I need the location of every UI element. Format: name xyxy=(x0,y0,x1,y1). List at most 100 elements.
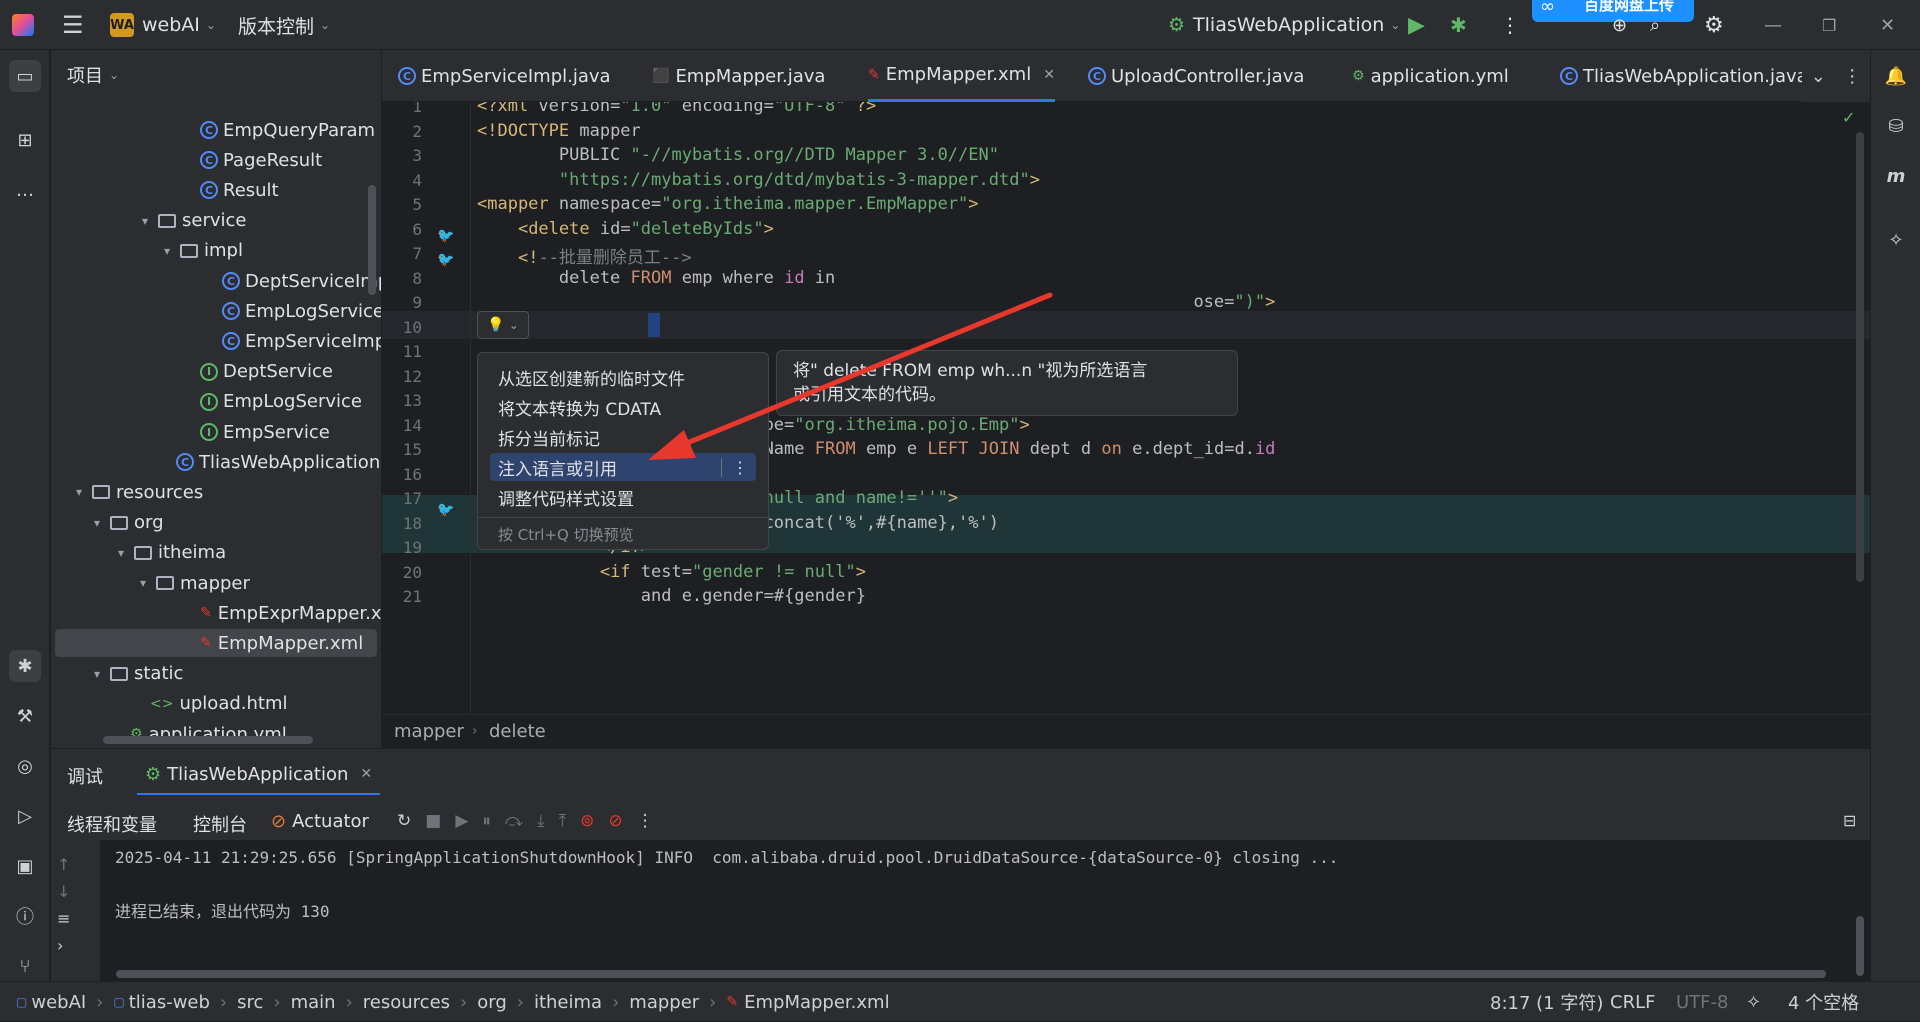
console-hscrollbar[interactable] xyxy=(116,970,1826,978)
terminal-icon[interactable]: ▣ xyxy=(9,850,41,882)
chevron-down-icon[interactable]: ▾ xyxy=(88,667,106,681)
tree-item[interactable]: C DeptServiceImp xyxy=(222,267,381,295)
status-path-item[interactable]: resources xyxy=(363,992,450,1013)
status-path-item[interactable]: main xyxy=(291,992,336,1013)
code-line[interactable]: <mapper namespace="org.itheima.mapper.Em… xyxy=(477,194,979,214)
editor-tab[interactable]: C EmpServiceImpl.java xyxy=(398,50,611,102)
tree-item[interactable]: C EmpServiceImp xyxy=(222,327,381,355)
inspection-ok-check-icon[interactable]: ✓ xyxy=(1842,108,1855,127)
pause-icon[interactable]: ⏸ xyxy=(482,811,491,831)
debug-session-tab[interactable]: ⚙ TliasWebApplication ✕ xyxy=(137,755,381,795)
file-encoding[interactable]: UTF-8 xyxy=(1676,982,1728,1022)
chevron-down-icon[interactable]: ▾ xyxy=(134,576,152,590)
caret-position[interactable]: 8:17 (1 字符) xyxy=(1490,982,1603,1022)
chevron-down-icon[interactable]: ▾ xyxy=(112,546,130,560)
step-into-icon[interactable]: ⤓ xyxy=(537,811,545,831)
scroll-down-icon[interactable]: ↓ xyxy=(57,882,70,901)
close-icon[interactable]: ✕ xyxy=(360,766,372,782)
step-over-icon[interactable]: ⤼ xyxy=(505,811,523,831)
code-line[interactable]: <!--批量删除员工--> xyxy=(477,243,692,268)
tree-item[interactable]: ✎ EmpExprMapper.x xyxy=(200,599,381,627)
main-menu-icon[interactable]: ☰ xyxy=(62,0,84,50)
breadcrumb-item-mapper[interactable]: mapper xyxy=(394,721,464,742)
tree-item[interactable]: ▾ resources xyxy=(70,478,203,506)
mute-breakpoints-icon[interactable]: ⊘ xyxy=(608,811,622,831)
tree-item[interactable]: <> upload.html xyxy=(150,690,288,718)
code-line[interactable]: <?xml version="1.0" encoding="UTF-8" ?> xyxy=(477,102,876,116)
view-breakpoints-icon[interactable]: ⊚ xyxy=(580,811,594,831)
mapper-bird-icon[interactable]: 🐦 xyxy=(437,252,454,268)
vcs-menu[interactable]: 版本控制 ⌄ xyxy=(238,0,330,50)
build-hammer-icon[interactable]: ⚒ xyxy=(9,700,41,732)
ai-assistant-icon[interactable]: ✧ xyxy=(1880,224,1912,256)
tree-item[interactable]: ▾ service xyxy=(136,207,247,235)
tab-threads-variables[interactable]: 线程和变量 xyxy=(67,811,157,837)
code-line[interactable]: PUBLIC "-//mybatis.org//DTD Mapper 3.0//… xyxy=(477,145,999,165)
breadcrumb-item-delete[interactable]: delete xyxy=(489,721,546,742)
console-vscrollbar[interactable] xyxy=(1856,916,1864,976)
status-path-item[interactable]: mapper xyxy=(629,992,699,1013)
chevron-down-icon[interactable]: ▾ xyxy=(70,485,88,499)
run-tool-icon[interactable]: ▷ xyxy=(9,800,41,832)
run-icon[interactable]: ▶ xyxy=(1408,0,1425,50)
tree-item[interactable]: ▾ mapper xyxy=(134,569,250,597)
add-user-icon[interactable]: ⊕ xyxy=(1612,8,1627,42)
debug-icon[interactable]: ✱ xyxy=(1450,0,1467,50)
chevron-down-icon[interactable]: ▾ xyxy=(136,214,154,228)
console-output[interactable]: 2025-04-11 21:29:25.656 [SpringApplicati… xyxy=(100,840,1870,981)
code-line[interactable]: <!DOCTYPE mapper xyxy=(477,121,641,141)
structure-icon[interactable]: ⊞ xyxy=(9,124,41,156)
chevron-down-icon[interactable]: ▾ xyxy=(158,244,176,258)
tree-item[interactable]: ▾ impl xyxy=(158,237,243,265)
tree-item[interactable]: ▾ org xyxy=(88,509,164,537)
project-panel-header[interactable]: 项目 ⌄ xyxy=(67,62,119,88)
tree-item[interactable]: ▾ itheima xyxy=(112,539,226,567)
database-icon[interactable]: ⛁ xyxy=(1880,110,1912,142)
ai-status-icon[interactable]: ✧ xyxy=(1746,982,1761,1022)
tree-item[interactable]: ▾ static xyxy=(88,660,183,688)
code-line[interactable]: <delete id="deleteByIds"> xyxy=(477,219,774,239)
stop-icon[interactable]: ■ xyxy=(425,811,441,831)
search-icon[interactable]: ⌕ xyxy=(1650,8,1660,42)
run-config-selector[interactable]: ⚙ TliasWebApplication ⌄ xyxy=(1168,0,1400,50)
tree-item[interactable]: C EmpLogService xyxy=(222,297,381,325)
tree-item[interactable]: I DeptService xyxy=(200,358,333,386)
more-icon[interactable]: ⋮ xyxy=(637,811,654,831)
editor-tab[interactable]: ⬛ EmpMapper.java xyxy=(652,50,825,102)
more-tools-icon[interactable]: … xyxy=(9,174,41,206)
tree-hscrollbar[interactable] xyxy=(103,736,313,744)
project-tool-folder-icon[interactable]: ▭ xyxy=(9,60,41,92)
editor-tab[interactable]: C TliasWebApplication.java xyxy=(1560,50,1808,102)
tab-console[interactable]: 控制台 xyxy=(189,811,251,837)
code-line[interactable]: delete FROM emp where id in xyxy=(477,268,835,288)
tree-item[interactable]: C PageResult xyxy=(200,146,322,174)
editor-scrollbar[interactable] xyxy=(1856,132,1864,582)
close-icon[interactable]: ✕ xyxy=(1043,67,1055,83)
chevron-down-icon[interactable]: ▾ xyxy=(88,516,106,530)
status-path-item[interactable]: org xyxy=(477,992,507,1013)
layout-settings-icon[interactable]: ⊟ xyxy=(1843,811,1856,830)
soft-wrap-icon[interactable]: ≡ xyxy=(57,909,70,928)
more-actions-icon[interactable]: ⋮ xyxy=(1500,0,1520,50)
close-window-icon[interactable]: ✕ xyxy=(1880,0,1895,50)
status-path-item[interactable]: EmpMapper.xml xyxy=(744,992,889,1013)
rerun-icon[interactable]: ↻ xyxy=(397,811,411,831)
git-icon[interactable]: ⑂ xyxy=(9,950,41,982)
code-line[interactable]: and e.gender=#{gender} xyxy=(477,586,866,606)
code-line[interactable]: "https://mybatis.org/dtd/mybatis-3-mappe… xyxy=(477,170,1040,190)
more-icon[interactable]: ⋮ xyxy=(1843,66,1861,87)
code-line[interactable]: <if test="gender != null"> xyxy=(477,562,866,582)
tree-item[interactable]: C Result xyxy=(200,176,279,204)
tree-item[interactable]: C EmpQueryParam xyxy=(200,116,375,144)
minimize-icon[interactable]: — xyxy=(1764,0,1782,50)
chevron-down-icon[interactable]: ⌄ xyxy=(1811,66,1826,87)
tree-item[interactable]: C TliasWebApplication xyxy=(176,448,380,476)
tree-item[interactable]: I EmpService xyxy=(200,418,330,446)
status-path-item[interactable]: tlias-web xyxy=(129,992,210,1013)
editor-tab[interactable]: ⚙ application.yml xyxy=(1352,50,1509,102)
step-out-icon[interactable]: ⤒ xyxy=(559,811,567,831)
line-ending[interactable]: CRLF xyxy=(1610,982,1655,1022)
tree-item[interactable]: ✎ EmpMapper.xml xyxy=(55,629,377,658)
scroll-up-icon[interactable]: ↑ xyxy=(57,855,70,874)
popup-item-code-style[interactable]: 调整代码样式设置 xyxy=(490,483,756,511)
